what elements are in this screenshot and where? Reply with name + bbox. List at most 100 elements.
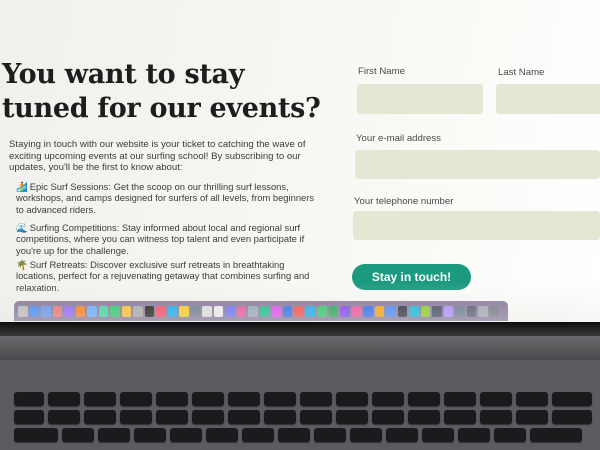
feature-item: 🌴 Surf Retreats: Discover exclusive surf … xyxy=(16,259,316,293)
keyboard-key xyxy=(336,392,368,406)
keyboard-key xyxy=(422,428,454,442)
keyboard-key xyxy=(264,392,296,406)
dock-app-icon[interactable] xyxy=(52,305,62,317)
keyboard-key xyxy=(314,428,346,442)
keyboard-key xyxy=(134,428,166,442)
keyboard-key xyxy=(264,410,296,424)
keyboard-key xyxy=(278,428,310,442)
laptop-hinge xyxy=(0,336,600,360)
dock-app-icon[interactable] xyxy=(179,305,189,317)
keyboard-key xyxy=(408,392,440,406)
keyboard-key xyxy=(336,410,368,424)
feature-item: 🏄 Epic Surf Sessions: Get the scoop on ou… xyxy=(16,181,316,215)
dock-app-icon[interactable] xyxy=(75,305,85,317)
keyboard-key xyxy=(480,392,512,406)
intro-paragraph: Staying in touch with our website is you… xyxy=(9,139,306,174)
feature-text: Epic Surf Sessions: Get the scoop on our… xyxy=(16,181,315,215)
dock-app-icon[interactable] xyxy=(64,305,74,317)
keyboard-key xyxy=(120,392,152,406)
laptop-screen: You want to stay tuned for our events? S… xyxy=(0,0,600,322)
dock-app-icon[interactable] xyxy=(489,305,499,317)
keyboard-key xyxy=(516,392,548,406)
keyboard-key xyxy=(14,428,58,442)
dock-app-icon[interactable] xyxy=(156,305,166,317)
keyboard-key xyxy=(480,410,512,424)
feature-text: Surf Retreats: Discover exclusive surf r… xyxy=(16,259,310,293)
keyboard-key xyxy=(192,410,224,424)
dock-app-icon[interactable] xyxy=(271,305,281,317)
keyboard-key xyxy=(98,428,130,442)
dock-app-icon[interactable] xyxy=(202,305,212,317)
dock-app-icon[interactable] xyxy=(363,305,373,317)
dock-app-icon[interactable] xyxy=(328,305,338,317)
dock-app-icon[interactable] xyxy=(443,305,453,317)
dock-app-icon[interactable] xyxy=(374,305,384,317)
keyboard-row xyxy=(14,410,592,424)
keyboard-key xyxy=(14,410,44,424)
keyboard-key xyxy=(458,428,490,442)
keyboard-key xyxy=(300,392,332,406)
feature-text: Surfing Competitions: Stay informed abou… xyxy=(16,222,305,256)
keyboard-row xyxy=(14,428,582,442)
keyboard-key xyxy=(552,392,592,406)
dock-app-icon[interactable] xyxy=(144,305,154,317)
dock-app-icon[interactable] xyxy=(133,305,143,317)
dock-app-icon[interactable] xyxy=(340,305,350,317)
dock-app-icon[interactable] xyxy=(248,305,258,317)
keyboard-key xyxy=(516,410,548,424)
dock-app-icon[interactable] xyxy=(18,305,28,317)
dock-app-icon[interactable] xyxy=(432,305,442,317)
dock-app-icon[interactable] xyxy=(121,305,131,317)
first-name-input[interactable] xyxy=(357,84,483,114)
dock-app-icon[interactable] xyxy=(41,305,51,317)
dock-app-icon[interactable] xyxy=(167,305,177,317)
email-input[interactable] xyxy=(355,150,600,179)
dock-app-icon[interactable] xyxy=(225,305,235,317)
keyboard-key xyxy=(242,428,274,442)
phone-input[interactable] xyxy=(353,211,600,240)
dock-app-icon[interactable] xyxy=(98,305,108,317)
dock-app-icon[interactable] xyxy=(455,305,465,317)
dock-app-icon[interactable] xyxy=(213,305,223,317)
keyboard-key xyxy=(444,410,476,424)
stay-in-touch-button[interactable]: Stay in touch! xyxy=(352,264,471,290)
dock-app-icon[interactable] xyxy=(29,305,39,317)
wave-icon: 🌊 xyxy=(16,222,28,233)
keyboard-key xyxy=(408,410,440,424)
keyboard-key xyxy=(386,428,418,442)
surfer-icon: 🏄 xyxy=(16,181,28,192)
dock-app-icon[interactable] xyxy=(466,305,476,317)
keyboard-key xyxy=(84,392,116,406)
dock xyxy=(14,301,508,321)
keyboard-key xyxy=(372,392,404,406)
keyboard-key xyxy=(48,410,80,424)
dock-app-icon[interactable] xyxy=(420,305,430,317)
dock-app-icon[interactable] xyxy=(294,305,304,317)
keyboard-key xyxy=(350,428,382,442)
dock-app-icon[interactable] xyxy=(190,305,200,317)
dock-app-icon[interactable] xyxy=(110,305,120,317)
dock-app-icon[interactable] xyxy=(317,305,327,317)
keyboard-key xyxy=(494,428,526,442)
email-label: Your e-mail address xyxy=(356,133,441,144)
dock-app-icon[interactable] xyxy=(351,305,361,317)
page-title: You want to stay tuned for our events? xyxy=(2,59,321,124)
keyboard-key xyxy=(228,410,260,424)
dock-app-icon[interactable] xyxy=(87,305,97,317)
keyboard-key xyxy=(84,410,116,424)
dock-app-icon[interactable] xyxy=(282,305,292,317)
first-name-label: First Name xyxy=(358,66,405,77)
dock-app-icon[interactable] xyxy=(305,305,315,317)
keyboard-key xyxy=(530,428,582,442)
dock-app-icon[interactable] xyxy=(259,305,269,317)
keyboard-key xyxy=(206,428,238,442)
keyboard-key xyxy=(156,410,188,424)
dock-app-icon[interactable] xyxy=(397,305,407,317)
dock-app-icon[interactable] xyxy=(236,305,246,317)
dock-app-icon[interactable] xyxy=(409,305,419,317)
last-name-input[interactable] xyxy=(496,84,600,114)
feature-item: 🌊 Surfing Competitions: Stay informed abo… xyxy=(16,222,316,256)
dock-app-icon[interactable] xyxy=(386,305,396,317)
dock-app-icon[interactable] xyxy=(478,305,488,317)
keyboard-key xyxy=(170,428,202,442)
